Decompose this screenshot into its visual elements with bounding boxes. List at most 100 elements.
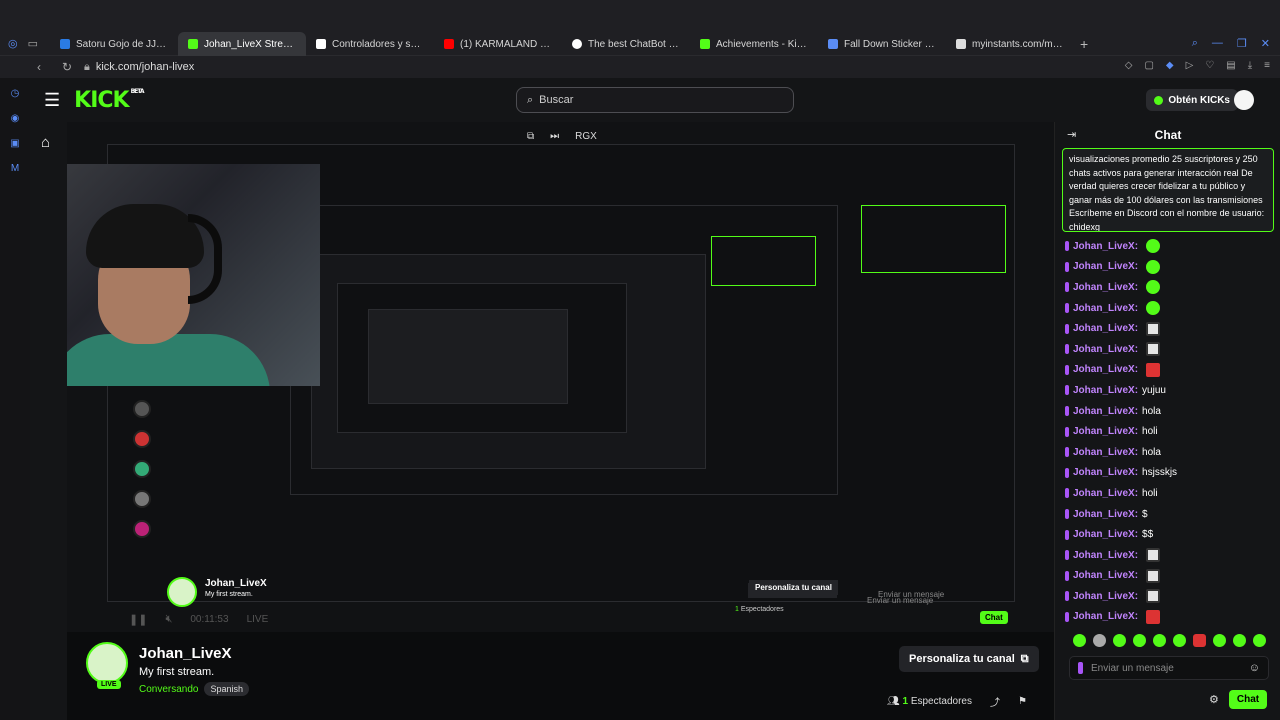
emote-icon[interactable]	[1193, 634, 1206, 647]
chat-username[interactable]: Johan_LiveX:	[1073, 385, 1138, 396]
menu-icon[interactable]: ≡	[1264, 60, 1270, 71]
chat-username[interactable]: Johan_LiveX:	[1073, 591, 1138, 602]
home-icon[interactable]: ⌂	[41, 134, 50, 151]
reload-icon[interactable]: ↻	[58, 60, 76, 74]
shield-icon[interactable]: ◆	[1166, 60, 1174, 71]
main-content: Personaliza tu canal Enviar un mensaje ⧉…	[67, 122, 1054, 720]
url-field[interactable]: 🔒︎ kick.com/johan-livex	[84, 61, 194, 74]
chat-username[interactable]: Johan_LiveX:	[1073, 282, 1138, 293]
emote-icon[interactable]	[1153, 634, 1166, 647]
tab-strip: Satoru Gojo de JJK Anime Johan_LiveX Str…	[0, 32, 1280, 56]
new-tab-icon[interactable]: +	[1080, 36, 1088, 52]
chat-username[interactable]: Johan_LiveX:	[1073, 611, 1138, 622]
chat-username[interactable]: Johan_LiveX:	[1073, 550, 1138, 561]
search-icon[interactable]: ⌕	[1192, 37, 1198, 50]
chat-message: Johan_LiveX:	[1065, 545, 1275, 566]
emote-icon[interactable]	[1113, 634, 1126, 647]
heart-icon[interactable]: ♡	[1205, 60, 1214, 71]
webcam-hair	[86, 204, 204, 268]
chat-username[interactable]: Johan_LiveX:	[1073, 303, 1138, 314]
chat-message: Johan_LiveX: $$	[1065, 524, 1275, 545]
share-icon[interactable]: ⤴	[990, 694, 1000, 709]
get-kicks-button[interactable]: Obtén KICKs	[1146, 89, 1238, 111]
gear-icon[interactable]: ⚙	[1209, 693, 1219, 706]
search-input[interactable]: ⌕ Buscar	[516, 87, 794, 113]
chat-input[interactable]: Enviar un mensaje ☺	[1069, 656, 1269, 680]
nested-pinned-2	[861, 205, 1006, 273]
chat-username[interactable]: Johan_LiveX:	[1073, 447, 1138, 458]
browser-tab[interactable]: myinstants.com/media/so	[946, 32, 1074, 56]
kick-logo[interactable]: KICK BETA	[74, 88, 144, 113]
window-controls: ⌕ — ❐ ✕	[1192, 37, 1270, 50]
play-icon[interactable]: ▷	[1186, 60, 1194, 71]
pip-icon[interactable]: ⧉	[527, 131, 534, 142]
restore-icon[interactable]: ❐	[1237, 37, 1247, 50]
browser-side-rail: ◷ ◉ ▣ M	[0, 78, 30, 720]
streamer-name[interactable]: Johan_LiveX	[139, 645, 232, 662]
chat-username[interactable]: Johan_LiveX:	[1073, 323, 1138, 334]
chat-username[interactable]: Johan_LiveX:	[1073, 261, 1138, 272]
chat-username[interactable]: Johan_LiveX:	[1073, 467, 1138, 478]
emote-icon	[1146, 239, 1161, 254]
chat-username[interactable]: Johan_LiveX:	[1073, 344, 1138, 355]
bookmark-side-icon[interactable]: ◉	[11, 113, 20, 124]
chat-username[interactable]: Johan_LiveX:	[1073, 406, 1138, 417]
emoji-icon[interactable]: ☺	[1249, 662, 1260, 674]
browser-tab[interactable]: Controladores y soporte	[306, 32, 434, 56]
gallery-icon[interactable]: ▣	[10, 138, 19, 149]
hamburger-menu-icon[interactable]: ☰	[44, 90, 60, 111]
volume-icon[interactable]: 🔇︎	[165, 613, 172, 626]
chat-message: Johan_LiveX:	[1065, 586, 1275, 607]
send-chat-button[interactable]: Chat	[1228, 690, 1268, 709]
minimize-icon[interactable]: —	[1212, 37, 1223, 50]
streamer-avatar[interactable]	[86, 642, 128, 684]
skip-icon[interactable]: ⏭	[550, 131, 559, 142]
close-icon[interactable]: ✕	[1261, 37, 1270, 50]
chat-badge-icon	[1065, 509, 1069, 520]
emote-icon[interactable]	[1253, 634, 1266, 647]
search-icon: ⌕	[527, 93, 534, 106]
extension-icon[interactable]: ▢	[1144, 60, 1153, 71]
browser-tab[interactable]: Fall Down Sticker by Betw	[818, 32, 946, 56]
video-player[interactable]: Personaliza tu canal Enviar un mensaje ⧉…	[67, 122, 1054, 632]
nested-streamer-name: Johan_LiveX	[205, 578, 267, 589]
chat-text: $$	[1142, 529, 1154, 541]
browser-tab[interactable]: Achievements - Kick Das	[690, 32, 818, 56]
browser-tab[interactable]: Satoru Gojo de JJK Anime	[50, 32, 178, 56]
emote-icon	[1146, 609, 1161, 624]
chat-username[interactable]: Johan_LiveX:	[1073, 570, 1138, 581]
user-avatar[interactable]	[1234, 90, 1254, 110]
browser-tab-bar: ◎ ▭ Satoru Gojo de JJK Anime Johan_LiveX…	[0, 0, 1280, 56]
emote-icon[interactable]	[1233, 634, 1246, 647]
wallet-icon[interactable]: ▤	[1226, 60, 1235, 71]
browser-tab-active[interactable]: Johan_LiveX Stream - Wa	[178, 32, 306, 56]
emote-icon[interactable]	[1173, 634, 1186, 647]
customize-channel-button[interactable]: Personaliza tu canal ⧉	[899, 646, 1039, 672]
webcam-overlay	[67, 164, 320, 386]
chat-username[interactable]: Johan_LiveX:	[1073, 488, 1138, 499]
browser-tab[interactable]: The best ChatBot and Wi	[562, 32, 690, 56]
sidebar-channel-avatar	[133, 460, 151, 478]
chat-username[interactable]: Johan_LiveX:	[1073, 426, 1138, 437]
chat-username[interactable]: Johan_LiveX:	[1073, 529, 1138, 540]
chat-username[interactable]: Johan_LiveX:	[1073, 364, 1138, 375]
chat-badge-icon	[1065, 611, 1069, 622]
emote-icon[interactable]	[1093, 634, 1106, 647]
chat-username[interactable]: Johan_LiveX:	[1073, 509, 1138, 520]
stream-category[interactable]: Conversando	[139, 684, 198, 695]
history-icon[interactable]: ◷	[11, 88, 20, 99]
download-icon[interactable]: ⤓	[1248, 60, 1252, 71]
language-tag[interactable]: Spanish	[204, 682, 250, 696]
kick-favicon-icon	[700, 39, 710, 49]
pause-icon[interactable]: ❚❚	[129, 613, 147, 626]
emote-icon[interactable]	[1073, 634, 1086, 647]
back-icon[interactable]: ‹	[30, 60, 48, 74]
report-icon[interactable]: ⚑	[1018, 696, 1027, 707]
mail-icon[interactable]: M	[11, 163, 19, 174]
emote-icon[interactable]	[1133, 634, 1146, 647]
bookmark-icon[interactable]: ◇	[1125, 60, 1133, 71]
emote-icon[interactable]	[1213, 634, 1226, 647]
chat-messages: Johan_LiveX: Johan_LiveX: Johan_LiveX: Joha…	[1065, 236, 1275, 627]
chat-username[interactable]: Johan_LiveX:	[1073, 241, 1138, 252]
browser-tab[interactable]: (1) KARMALAND #1 || EM	[434, 32, 562, 56]
